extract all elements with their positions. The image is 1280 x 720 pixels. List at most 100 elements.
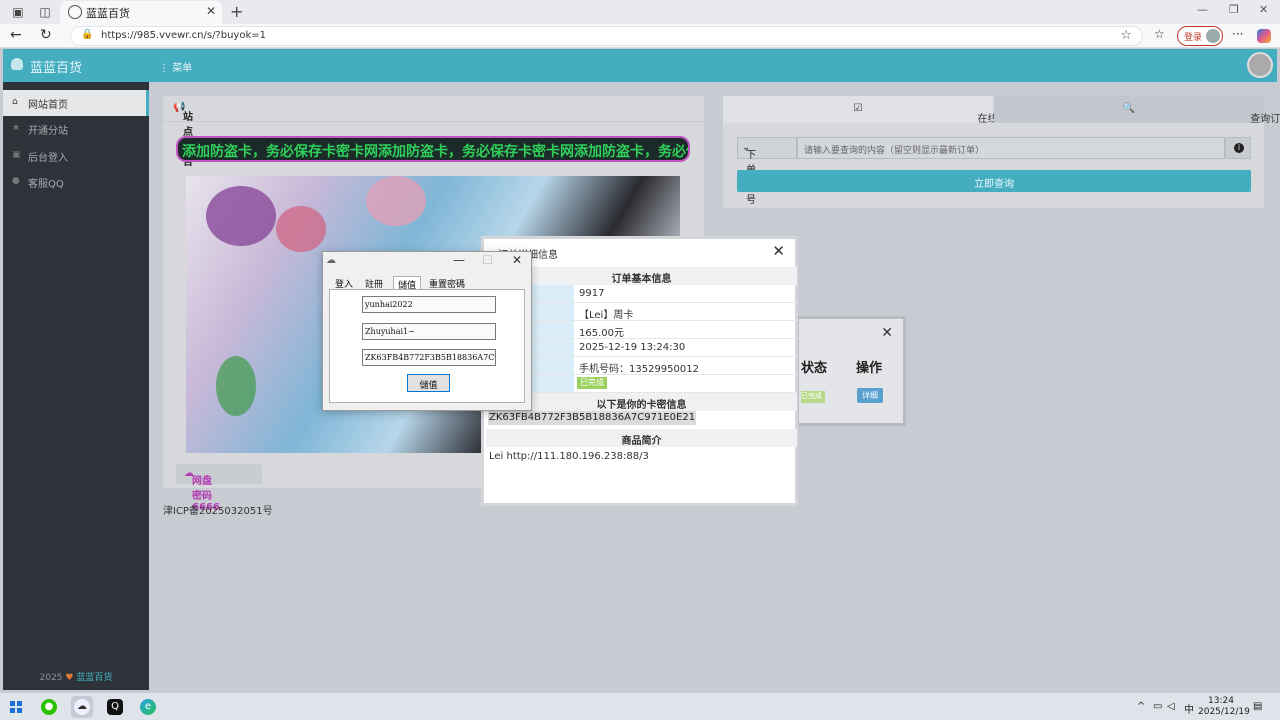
status-badge: 已完成 [801,391,825,403]
app-tab-register[interactable]: 註冊 [361,276,387,290]
order-detail-label: 详细 [862,391,878,400]
sidebar-item-label: 客服QQ [28,179,64,190]
app-password-input[interactable]: Zhuyuhai1~ [362,323,496,340]
profile-login-button[interactable]: 登录 [1177,26,1223,46]
app-maximize-icon: ☐ [482,253,493,267]
query-info-button[interactable]: i [1225,137,1251,159]
user-avatar[interactable] [1247,52,1273,78]
query-type-value: 下单账号 ⌄ [742,142,756,206]
workspaces-icon[interactable]: ▣ [10,4,26,20]
brand-logo-icon [11,58,23,70]
netdisk-password-button[interactable]: ☁ 网盘密码6666 [176,464,262,513]
section-basic-info: 订单基本信息 [486,267,797,285]
sidebar-item-home[interactable]: ⌂ 网站首页 [3,90,149,116]
query-submit-button[interactable]: 立即查询 [737,170,1251,192]
app-close-icon[interactable]: ✕ [512,253,522,267]
taskbar-edge[interactable]: e [137,696,159,718]
query-submit-label: 立即查询 [974,179,1014,190]
order-id-value: 9917 [579,288,605,299]
app-recharge-button[interactable]: 儲值 [407,374,450,392]
detail-row-contact: 手机号码：13529950012 [486,357,797,375]
query-input[interactable]: 请输入要查询的内容（留空则显示最新订单） [797,137,1225,159]
site-brand[interactable]: 蓝蓝百货 [3,49,149,82]
app-tab-reset-password[interactable]: 重置密碼 [425,276,469,290]
tab-query-order[interactable]: 🔍 查询订单 [994,96,1280,125]
orders-list-modal: ✕ 状态 操作 已完成 详细 [796,316,906,426]
recharge-app-window: ☁ — ☐ ✕ 登入 註冊 儲值 重置密碼 yunhai2022 Zhuyuha… [322,251,532,411]
taskbar-clock[interactable]: 13:24 2025/12/19 [1198,696,1250,718]
info-icon: i [1234,143,1244,153]
detail-row-product: 【Lei】周卡 [486,303,797,321]
sidebar-item-support-qq[interactable]: ● 客服QQ [3,169,149,195]
sidebar-item-label: 网站首页 [28,100,68,111]
cloud-app-icon: ☁ [326,255,336,266]
globe-icon [68,5,82,19]
close-detail-modal-icon[interactable]: ✕ [772,242,785,260]
footer-year: 2025 [39,673,63,683]
app-username-input[interactable]: yunhai2022 [362,296,496,313]
refresh-icon[interactable]: ↻ [40,27,52,43]
taskbar-qq[interactable]: Q [104,696,126,718]
address-bar[interactable]: 🔒 https://985.vvewr.cn/s/?buyok=1 ☆ [70,26,1143,46]
copilot-icon[interactable] [1257,29,1271,43]
new-tab-icon[interactable]: + [230,2,243,21]
tab-online-order[interactable]: ☑ 在线下单 [723,96,1018,125]
tab-query-order-text: 查询订单 [1250,114,1280,125]
app-tab-panel: yunhai2022 Zhuyuhai1~ ZK63FB4B772F3B5B18… [329,289,525,403]
address-bar-row: ← ↻ 🔒 https://985.vvewr.cn/s/?buyok=1 ☆ … [0,24,1280,48]
sidebar-item-open-substation[interactable]: ★ 开通分站 [3,116,149,142]
app-tab-login[interactable]: 登入 [331,276,357,290]
lock-icon: ▣ [12,150,21,160]
favorites-icon[interactable]: ☆ [1154,27,1165,41]
order-detail-button[interactable]: 详细 [857,388,883,403]
taskbar: ● ☁ Q e ^ ▭ ◁ 中 13:24 2025/12/19 ▤ [0,692,1280,720]
show-hidden-icons[interactable]: ^ [1137,701,1145,712]
section-card-info: 以下是你的卡密信息 [486,393,797,411]
tab-actions-icon[interactable]: ◫ [37,4,53,20]
netdisk-password-label: ☁ 网盘密码6666 [184,468,220,513]
url-text: https://985.vvewr.cn/s/?buyok=1 [101,30,266,41]
volume-icon[interactable]: ◁ [1167,701,1175,712]
profile-avatar-icon [1206,29,1220,43]
windows-start-icon[interactable] [10,701,22,713]
query-type-select[interactable]: 下单账号 ⌄ [737,137,797,206]
tab-query-order-label: 🔍 查询订单 [994,103,1280,125]
product-value: 【Lei】周卡 [579,310,634,321]
section-product-intro: 商品简介 [486,429,797,447]
ime-indicator[interactable]: 中 [1184,701,1194,716]
taskbar-wechat[interactable]: ● [38,696,60,718]
action-column-header: 操作 [856,361,883,376]
close-orders-modal-icon[interactable]: ✕ [881,325,893,341]
notifications-icon[interactable]: ▤ [1253,701,1262,712]
sidebar-item-admin-login[interactable]: ▣ 后台登入 [3,143,149,169]
sidebar: ⌂ 网站首页 ★ 开通分站 ▣ 后台登入 ● 客服QQ 2025 ♥ 蓝蓝百货 [3,82,149,690]
taskbar-cloud-app[interactable]: ☁ [71,696,93,718]
network-icon[interactable]: ▭ [1153,701,1162,712]
card-key-value[interactable]: ZK63FB4B772F3B5B18836A7C971E0E21 [488,411,697,425]
minimize-window-icon[interactable]: — [1197,3,1208,16]
close-tab-icon[interactable]: ✕ [206,4,216,18]
close-window-icon[interactable]: ✕ [1259,3,1268,16]
menu-toggle[interactable]: ⋮ 菜单 [159,59,192,74]
favorite-star-icon[interactable]: ☆ [1120,28,1132,43]
query-input-placeholder: 请输入要查询的内容（留空则显示最新订单） [804,146,985,156]
app-minimize-icon[interactable]: — [453,253,465,267]
more-options-icon[interactable]: ··· [1232,27,1243,41]
login-label: 登录 [1184,33,1203,43]
browser-tab[interactable]: 蓝蓝百货 ✕ [60,1,222,24]
restore-window-icon[interactable]: ❐ [1229,3,1239,16]
star-icon: ★ [12,123,21,133]
marquee-text: 添加防盗卡，务必保存卡密卡网添加防盗卡，务必保存卡密卡网添加防盗卡，务必保存 [182,144,690,160]
brand-name: 蓝蓝百货 [30,61,83,76]
qq-icon: Q [107,699,123,715]
order-status-badge: 已完成 [577,377,607,389]
announcement-marquee: 添加防盗卡，务必保存卡密卡网添加防盗卡，务必保存卡密卡网添加防盗卡，务必保存 [176,136,690,162]
browser-tab-strip: ▣ ◫ 蓝蓝百货 ✕ + — ❐ ✕ [0,0,1280,24]
status-column-header: 状态 [801,361,828,376]
app-card-code-input[interactable]: ZK63FB4B772F3B5B18836A7C971E0E21 [362,349,496,366]
tab-online-order-label: ☑ 在线下单 [723,103,1018,125]
order-query-panel: ☑ 在线下单 🔍 查询订单 下单账号 ⌄ 请输入要查询的内容（留空则显示最新订单… [723,96,1280,208]
back-icon[interactable]: ← [10,27,22,43]
footer-brand[interactable]: 蓝蓝百货 [76,673,112,683]
icp-record[interactable]: 津ICP备2025032051号 [163,502,273,517]
